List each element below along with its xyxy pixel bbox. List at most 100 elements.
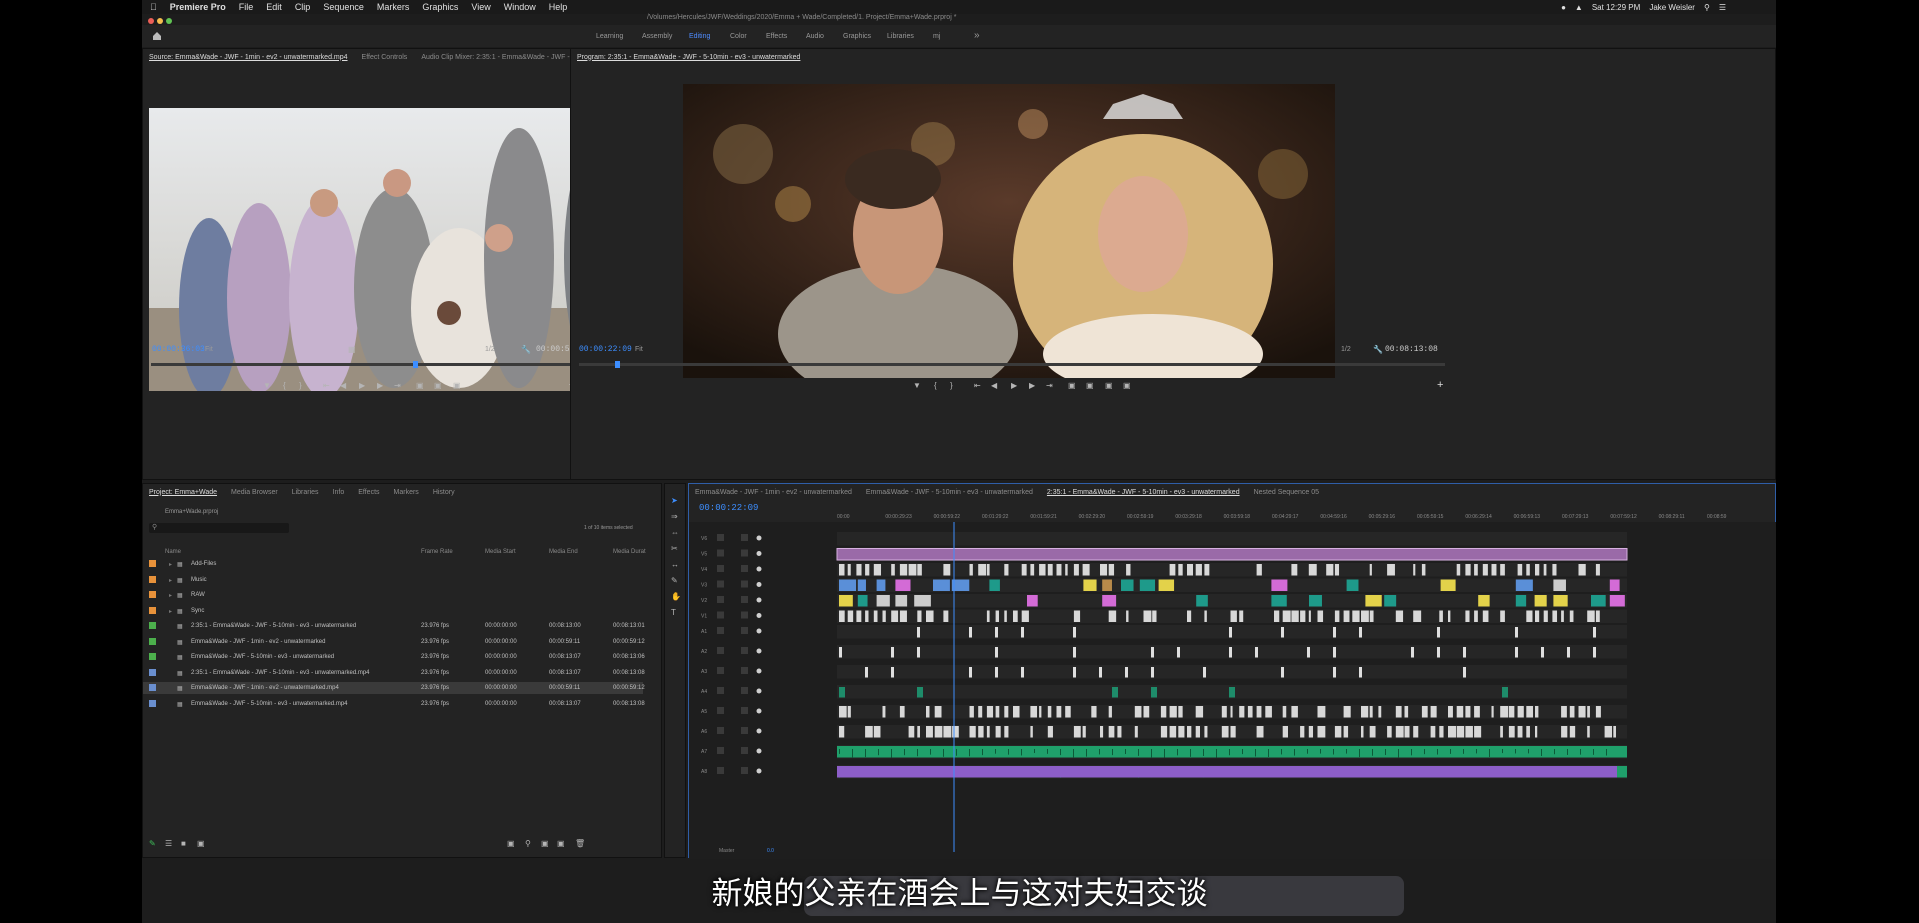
hand-tool-icon[interactable]: ✋ — [671, 592, 681, 601]
video-clip[interactable] — [1387, 726, 1392, 738]
audio-clip[interactable] — [865, 667, 868, 678]
project-item-row[interactable]: ▦ 2:35:1 - Emma&Wade - JWF - 5-10min - e… — [143, 620, 645, 632]
audio-waveform[interactable] — [917, 749, 918, 757]
selection-tool-icon[interactable]: ➤ — [671, 496, 678, 505]
video-clip[interactable] — [1413, 564, 1416, 576]
video-clip[interactable] — [1039, 706, 1042, 718]
project-item-row[interactable]: ▦ Emma&Wade - JWF - 1min - ev2 - unwater… — [143, 636, 645, 648]
video-clip[interactable] — [1047, 706, 1052, 718]
video-clip[interactable] — [1535, 706, 1539, 718]
video-clip[interactable] — [1517, 726, 1523, 738]
video-clip[interactable] — [1561, 610, 1564, 623]
video-clip[interactable] — [1474, 610, 1478, 623]
video-clip[interactable] — [1204, 564, 1210, 576]
video-clip[interactable] — [1282, 706, 1287, 718]
menu-window[interactable]: Window — [504, 2, 536, 12]
program-go-to-out-icon[interactable]: ⇥ — [1046, 381, 1053, 390]
video-clip[interactable] — [908, 564, 917, 576]
workspace-effects[interactable]: Effects — [766, 33, 787, 40]
comparison-view-icon[interactable]: ▣ — [1123, 381, 1131, 390]
video-clip[interactable] — [1221, 726, 1229, 738]
video-clip[interactable] — [1178, 564, 1183, 576]
video-clip[interactable] — [1421, 706, 1428, 718]
icon-view-icon[interactable]: ■ — [181, 839, 186, 848]
video-clip[interactable] — [1160, 706, 1167, 718]
video-clip[interactable] — [1047, 564, 1053, 576]
audio-waveform[interactable] — [1593, 749, 1594, 755]
audio-waveform[interactable] — [852, 749, 853, 758]
track-label[interactable]: A6 — [701, 729, 707, 735]
video-clip[interactable] — [1456, 706, 1464, 718]
track-lane[interactable] — [837, 665, 1627, 679]
video-clip[interactable] — [1334, 564, 1340, 576]
audio-waveform[interactable] — [1190, 749, 1191, 757]
video-clip[interactable] — [1384, 595, 1397, 607]
video-clip[interactable] — [1609, 595, 1625, 607]
audio-waveform[interactable] — [930, 749, 931, 755]
video-clip[interactable] — [1230, 610, 1237, 623]
video-clip[interactable] — [847, 610, 854, 623]
track-label[interactable]: V4 — [701, 567, 707, 573]
new-item-icon[interactable]: ▣ — [557, 839, 565, 848]
video-clip[interactable] — [1595, 706, 1601, 718]
program-wrench-icon[interactable]: 🔧 — [1373, 345, 1383, 354]
video-clip[interactable] — [1187, 564, 1194, 576]
video-clip[interactable] — [1027, 595, 1038, 607]
video-clip[interactable] — [1326, 564, 1334, 576]
video-clip[interactable] — [856, 564, 862, 576]
video-clip[interactable] — [1482, 564, 1488, 576]
track-label[interactable]: A2 — [701, 649, 707, 655]
video-clip[interactable] — [891, 564, 895, 576]
audio-waveform[interactable] — [1034, 749, 1035, 754]
audio-waveform[interactable] — [1099, 749, 1100, 755]
audio-clip[interactable] — [1229, 647, 1232, 658]
video-clip[interactable] — [969, 726, 976, 738]
video-clip[interactable] — [1500, 706, 1509, 718]
video-clip[interactable] — [1108, 706, 1112, 718]
video-clip[interactable] — [1365, 595, 1382, 607]
video-clip[interactable] — [1395, 706, 1402, 718]
audio-waveform[interactable] — [1268, 749, 1269, 757]
video-clip[interactable] — [873, 726, 881, 738]
video-clip[interactable] — [995, 726, 1001, 738]
video-clip[interactable] — [865, 610, 869, 623]
video-clip[interactable] — [1553, 595, 1568, 607]
video-clip[interactable] — [847, 706, 851, 718]
audio-clip[interactable] — [1021, 627, 1024, 638]
program-scrubber[interactable] — [579, 361, 1445, 368]
audio-waveform[interactable] — [1385, 749, 1386, 756]
video-clip[interactable] — [1030, 706, 1038, 718]
list-view-icon[interactable]: ☰ — [165, 839, 172, 848]
video-clip[interactable] — [1004, 706, 1009, 718]
video-clip[interactable] — [1121, 579, 1134, 592]
video-clip[interactable] — [1082, 726, 1086, 738]
track-sync-icon[interactable] — [741, 687, 748, 694]
tab-effect-controls[interactable]: Effect Controls — [362, 54, 408, 61]
video-clip[interactable] — [1482, 610, 1489, 623]
track-label[interactable]: A3 — [701, 669, 707, 675]
video-clip[interactable] — [839, 579, 857, 592]
track-sync-icon[interactable] — [741, 534, 748, 541]
audio-clip[interactable] — [995, 647, 998, 658]
track-toggle-icon[interactable] — [756, 688, 762, 694]
video-clip[interactable] — [1526, 610, 1533, 623]
track-sync-icon[interactable] — [741, 747, 748, 754]
wifi-icon[interactable]: ● — [1561, 3, 1566, 12]
audio-clip[interactable] — [1593, 647, 1596, 658]
tab-libraries[interactable]: Libraries — [292, 489, 319, 496]
video-clip[interactable] — [933, 579, 950, 592]
audio-waveform[interactable] — [1203, 749, 1204, 756]
video-clip[interactable] — [1073, 610, 1081, 623]
project-search-input[interactable]: ⚲ — [149, 523, 289, 533]
track-sync-icon[interactable] — [741, 596, 748, 603]
disclosure-icon[interactable]: ▸ — [169, 592, 172, 599]
track-toggle-icon[interactable] — [756, 648, 762, 654]
video-clip[interactable] — [952, 726, 959, 738]
program-resolution-dropdown[interactable]: 1/2 — [1341, 346, 1351, 353]
track-lock-icon[interactable] — [717, 565, 724, 572]
video-clip[interactable] — [1346, 579, 1359, 592]
video-clip[interactable] — [873, 564, 882, 576]
pen-tool-icon[interactable]: ✎ — [671, 576, 678, 585]
track-sync-icon[interactable] — [741, 627, 748, 634]
video-clip[interactable] — [895, 595, 908, 607]
